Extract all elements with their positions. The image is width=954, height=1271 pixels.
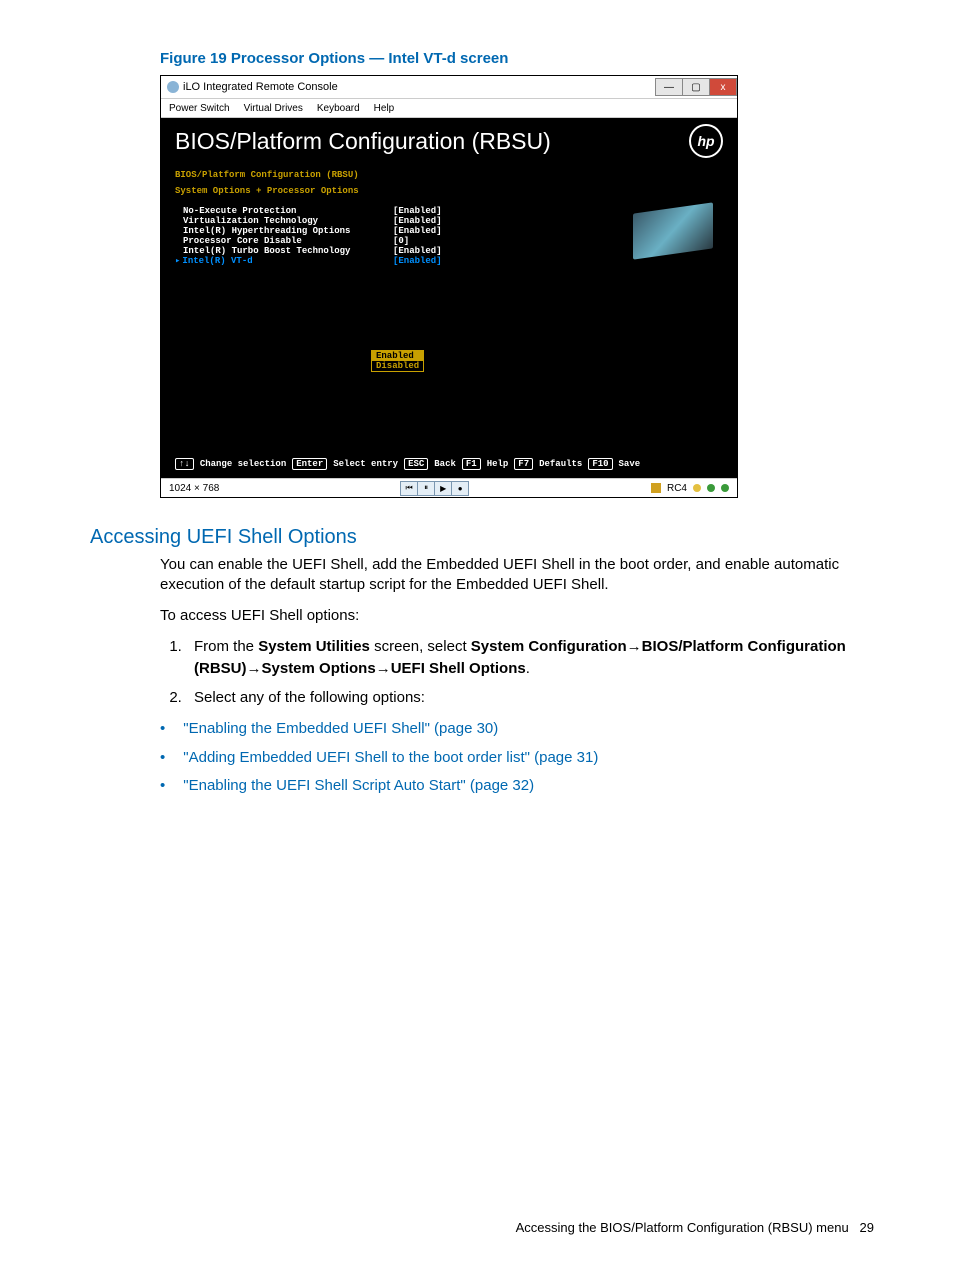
key-f7: F7: [514, 458, 533, 470]
picker-enabled[interactable]: Enabled: [372, 351, 423, 361]
option-name: No-Execute Protection: [183, 206, 393, 216]
menubar: Power Switch Virtual Drives Keyboard Hel…: [161, 99, 737, 118]
lock-icon: [651, 483, 661, 493]
hint-select: Select entry: [333, 459, 398, 469]
breadcrumb-2: System Options + Processor Options: [175, 186, 723, 196]
key-enter: Enter: [292, 458, 327, 470]
option-value: [0]: [393, 236, 409, 246]
option-value: [Enabled]: [393, 246, 442, 256]
key-f1: F1: [462, 458, 481, 470]
list-item: "Adding Embedded UEFI Shell to the boot …: [160, 744, 874, 773]
status-dot-yellow-icon: [693, 484, 701, 492]
breadcrumb-1: BIOS/Platform Configuration (RBSU): [175, 170, 723, 180]
figure-caption: Figure 19 Processor Options — Intel VT-d…: [160, 50, 874, 67]
option-picker[interactable]: Enabled Disabled: [371, 350, 424, 372]
status-center-controls: ⏮ ⏸ ▶ ●: [401, 481, 469, 496]
option-value: [Enabled]: [393, 256, 442, 266]
menu-keyboard[interactable]: Keyboard: [317, 103, 360, 114]
bios-footer-hints: ↑↓ Change selection Enter Select entry ESC…: [175, 458, 723, 470]
list-item: "Enabling the UEFI Shell Script Auto Sta…: [160, 772, 874, 801]
step-1: From the System Utilities screen, select…: [186, 636, 874, 681]
hint-back: Back: [434, 459, 456, 469]
option-name: Virtualization Technology: [183, 216, 393, 226]
option-value: [Enabled]: [393, 206, 442, 216]
status-btn-1[interactable]: ⏮: [400, 481, 418, 496]
option-name: Intel(R) Turbo Boost Technology: [183, 246, 393, 256]
minimize-button[interactable]: —: [655, 78, 683, 96]
status-btn-4[interactable]: ●: [451, 481, 469, 496]
page-footer: Accessing the BIOS/Platform Configuratio…: [516, 1220, 874, 1235]
close-button[interactable]: x: [709, 78, 737, 96]
status-resolution: 1024 × 768: [169, 483, 219, 494]
option-value: [Enabled]: [393, 216, 442, 226]
paragraph-2: To access UEFI Shell options:: [160, 606, 874, 626]
menu-virtual-drives[interactable]: Virtual Drives: [244, 103, 303, 114]
link-script-auto-start[interactable]: "Enabling the UEFI Shell Script Auto Sta…: [183, 777, 534, 794]
ilo-icon: [167, 81, 179, 93]
paragraph-1: You can enable the UEFI Shell, add the E…: [160, 555, 874, 596]
status-btn-2[interactable]: ⏸: [417, 481, 435, 496]
hint-help: Help: [487, 459, 509, 469]
bios-title: BIOS/Platform Configuration (RBSU): [175, 128, 551, 155]
step-2: Select any of the following options:: [186, 687, 874, 710]
screenshot-window: iLO Integrated Remote Console — ▢ x Powe…: [160, 75, 738, 498]
hint-change: Change selection: [200, 459, 286, 469]
option-name: Intel(R) Hyperthreading Options: [183, 226, 393, 236]
list-item: "Enabling the Embedded UEFI Shell" (page…: [160, 715, 874, 744]
option-value: [Enabled]: [393, 226, 442, 236]
status-dot-green-2-icon: [721, 484, 729, 492]
titlebar: iLO Integrated Remote Console — ▢ x: [161, 76, 737, 99]
status-dot-green-1-icon: [707, 484, 715, 492]
link-add-boot-order[interactable]: "Adding Embedded UEFI Shell to the boot …: [183, 749, 598, 766]
key-esc: ESC: [404, 458, 428, 470]
window-title: iLO Integrated Remote Console: [183, 81, 338, 93]
maximize-button[interactable]: ▢: [682, 78, 710, 96]
status-btn-3[interactable]: ▶: [434, 481, 452, 496]
section-heading: Accessing UEFI Shell Options: [90, 526, 874, 549]
link-enable-shell[interactable]: "Enabling the Embedded UEFI Shell" (page…: [183, 720, 498, 737]
option-name: ▸Intel(R) VT-d: [183, 256, 393, 266]
option-name: Processor Core Disable: [183, 236, 393, 246]
status-rc: RC4: [667, 483, 687, 494]
hp-logo-icon: hp: [689, 124, 723, 158]
hint-save: Save: [619, 459, 641, 469]
menu-power-switch[interactable]: Power Switch: [169, 103, 230, 114]
menu-help[interactable]: Help: [374, 103, 395, 114]
picker-disabled[interactable]: Disabled: [372, 361, 423, 371]
key-arrows: ↑↓: [175, 458, 194, 470]
statusbar: 1024 × 768 ⏮ ⏸ ▶ ● RC4: [161, 478, 737, 497]
key-f10: F10: [588, 458, 612, 470]
bios-screen: BIOS/Platform Configuration (RBSU) hp BI…: [161, 118, 737, 478]
hint-defaults: Defaults: [539, 459, 582, 469]
